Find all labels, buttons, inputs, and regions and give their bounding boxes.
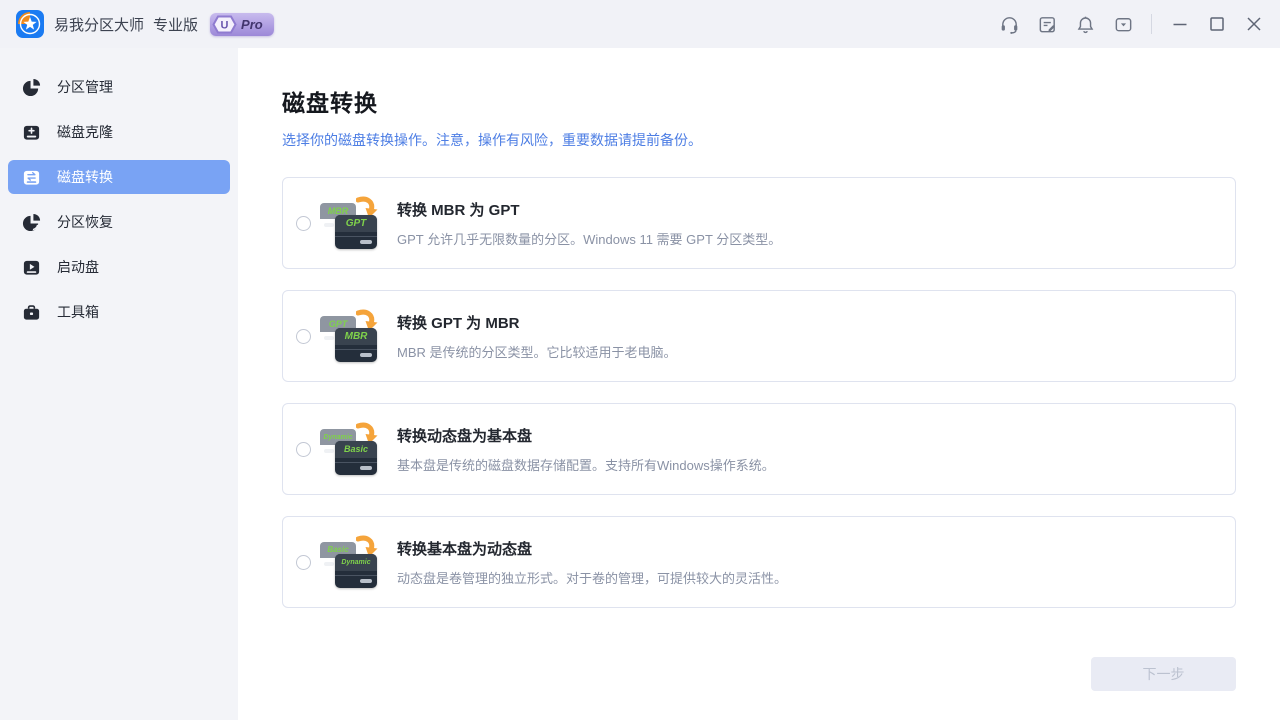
option-card-gpt-to-mbr[interactable]: GPT MBR 转换 GPT 为 MBR MBR 是传统的分区类型。它比较适用于… [282,290,1236,382]
feedback-note-icon[interactable] [1035,12,1059,36]
sidebar-item-boot-disk[interactable]: 启动盘 [8,250,230,284]
next-button[interactable]: 下一步 [1091,657,1236,691]
option-description: MBR 是传统的分区类型。它比较适用于老电脑。 [397,342,677,361]
option-description: 动态盘是卷管理的独立形式。对于卷的管理，可提供较大的灵活性。 [397,568,787,587]
pro-label: Pro [241,17,263,32]
option-title: 转换基本盘为动态盘 [397,538,787,559]
option-card-mbr-to-gpt[interactable]: MBR GPT 转换 MBR 为 GPT GPT 允许几乎无限数量的分区。Win… [282,177,1236,269]
toolbox-icon [22,303,41,322]
page-title: 磁盘转换 [282,84,1236,118]
boot-disk-play-icon [22,258,41,277]
u-emblem-icon: U [212,14,238,35]
sidebar-item-label: 启动盘 [57,257,99,277]
option-card-dynamic-to-basic[interactable]: Dynamic Basic 转换动态盘为基本盘 基本盘是传统的磁盘数据存储配置。… [282,403,1236,495]
app-logo-icon [16,10,44,38]
option-radio-dynamic-to-basic[interactable] [296,442,311,457]
basic-to-dynamic-icon: Basic Dynamic [320,535,378,589]
pro-badge: U Pro [210,13,274,36]
svg-text:U: U [221,19,229,31]
option-radio-mbr-to-gpt[interactable] [296,216,311,231]
sidebar-item-label: 磁盘克隆 [57,122,113,142]
sidebar-item-disk-convert[interactable]: 磁盘转换 [8,160,230,194]
close-button[interactable] [1242,12,1266,36]
option-list: MBR GPT 转换 MBR 为 GPT GPT 允许几乎无限数量的分区。Win… [282,177,1236,608]
sidebar-item-label: 工具箱 [57,302,99,322]
maximize-button[interactable] [1205,12,1229,36]
minimize-button[interactable] [1168,12,1192,36]
sidebar-item-partition-management[interactable]: 分区管理 [8,70,230,104]
sidebar: 分区管理 磁盘克隆 磁盘转换 [0,48,238,720]
sidebar-item-partition-recovery[interactable]: 分区恢复 [8,205,230,239]
main-content: 磁盘转换 选择你的磁盘转换操作。注意，操作有风险，重要数据请提前备份。 MBR … [238,48,1280,720]
disk-plus-icon [22,123,41,142]
notification-bell-icon[interactable] [1073,12,1097,36]
sidebar-item-disk-clone[interactable]: 磁盘克隆 [8,115,230,149]
footer: 下一步 [282,657,1236,691]
titlebar: 易我分区大师 专业版 U Pro [0,0,1280,48]
option-description: GPT 允许几乎无限数量的分区。Windows 11 需要 GPT 分区类型。 [397,229,781,248]
menu-dropdown-icon[interactable] [1111,12,1135,36]
pie-recovery-icon [22,213,41,232]
option-title: 转换 MBR 为 GPT [397,199,781,220]
gpt-to-mbr-icon: GPT MBR [320,309,378,363]
option-card-basic-to-dynamic[interactable]: Basic Dynamic 转换基本盘为动态盘 动态盘是卷管理的独立形式。对于卷… [282,516,1236,608]
option-title: 转换 GPT 为 MBR [397,312,677,333]
dynamic-to-basic-icon: Dynamic Basic [320,422,378,476]
sidebar-item-label: 分区恢复 [57,212,113,232]
option-title: 转换动态盘为基本盘 [397,425,775,446]
sidebar-item-label: 分区管理 [57,77,113,97]
app-title: 易我分区大师 [54,14,144,35]
disk-swap-arrows-icon [22,168,41,187]
pie-chart-icon [22,78,41,97]
sidebar-item-toolbox[interactable]: 工具箱 [8,295,230,329]
option-radio-basic-to-dynamic[interactable] [296,555,311,570]
sidebar-item-label: 磁盘转换 [57,167,113,187]
headset-support-icon[interactable] [997,12,1021,36]
mbr-to-gpt-icon: MBR GPT [320,196,378,250]
page-subtitle: 选择你的磁盘转换操作。注意，操作有风险，重要数据请提前备份。 [282,130,1236,150]
titlebar-divider [1151,14,1152,34]
option-radio-gpt-to-mbr[interactable] [296,329,311,344]
option-description: 基本盘是传统的磁盘数据存储配置。支持所有Windows操作系统。 [397,455,775,474]
edition-label: 专业版 [153,14,198,35]
